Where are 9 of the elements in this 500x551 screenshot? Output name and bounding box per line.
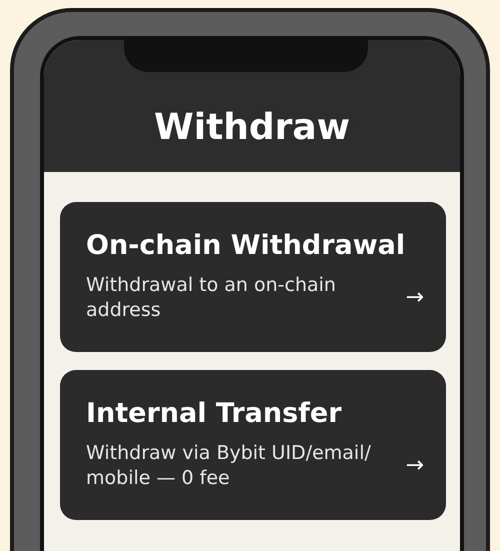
option-description: Withdrawal to an on-chain address	[86, 273, 337, 322]
screen-title: Withdraw	[154, 107, 350, 148]
withdraw-option-card[interactable]: On-chain Withdrawal Withdrawal to an on-chain address →	[60, 202, 446, 352]
option-title: On-chain Withdrawal	[86, 230, 406, 261]
arrow-icon: →	[406, 453, 424, 478]
arrow-icon: →	[406, 285, 424, 310]
option-description: Withdraw via Bybit UID/email/ mobile — 0 fee	[86, 441, 372, 490]
withdraw-option-card[interactable]: Internal Transfer Withdraw via Bybit UID/email/ mobile — 0 fee →	[60, 370, 446, 520]
option-title: Internal Transfer	[86, 398, 343, 429]
